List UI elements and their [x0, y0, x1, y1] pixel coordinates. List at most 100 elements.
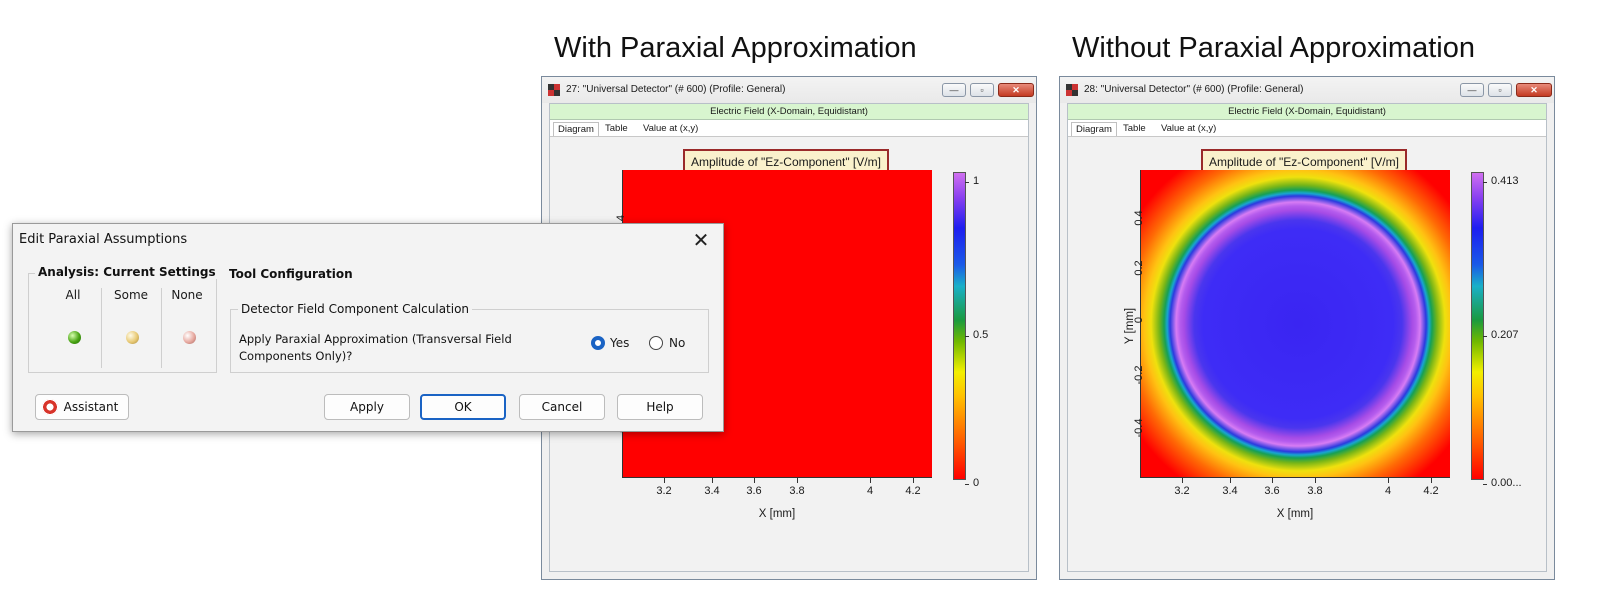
view-tabs: Diagram Table Value at (x,y) [550, 120, 1028, 136]
window-titlebar: 27: "Universal Detector" (# 600) (Profil… [542, 77, 1036, 103]
maximize-icon[interactable]: ▫ [1488, 83, 1512, 97]
x-tick-mark [1388, 478, 1389, 483]
y-axis-label: Y [mm] [1124, 307, 1136, 345]
x-tick-label: 3.2 [1174, 485, 1190, 497]
colorbar-tick-label: 1 [973, 175, 980, 187]
paraxial-question: Apply Paraxial Approximation (Transversa… [239, 332, 512, 346]
close-icon[interactable]: ✕ [1516, 83, 1552, 97]
x-tick-label: 3.4 [704, 485, 720, 497]
colorbar-tick-mark [965, 336, 969, 337]
window-title: 28: "Universal Detector" (# 600) (Profil… [1084, 84, 1304, 95]
x-tick-mark [754, 478, 755, 483]
x-tick-label: 4 [866, 485, 874, 497]
caption-with-paraxial: With Paraxial Approximation [554, 32, 917, 64]
field-header: Electric Field (X-Domain, Equidistant) [550, 104, 1028, 120]
x-tick-mark [1272, 478, 1273, 483]
tab-diagram[interactable]: Diagram [553, 122, 599, 136]
analysis-group-label: Analysis: Current Settings [35, 265, 219, 279]
x-tick-mark [664, 478, 665, 483]
help-button[interactable]: Help [617, 394, 703, 420]
led-none-icon [183, 331, 196, 344]
x-tick-mark [1230, 478, 1231, 483]
x-axis-label: X [mm] [758, 508, 796, 520]
detector-window: 28: "Universal Detector" (# 600) (Profil… [1059, 76, 1555, 580]
x-tick-mark [870, 478, 871, 483]
app-icon [548, 84, 560, 96]
cancel-button[interactable]: Cancel [519, 394, 605, 420]
x-tick-mark [797, 478, 798, 483]
colorbar-tick-mark [1483, 336, 1487, 337]
ok-button[interactable]: OK [420, 394, 506, 420]
assistant-label: Assistant [63, 400, 119, 414]
plot-frame [1140, 170, 1450, 478]
led-some-icon [126, 331, 139, 344]
x-tick-label: 3.6 [746, 485, 762, 497]
colorbar-tick-mark [1483, 182, 1487, 183]
led-all-icon [68, 331, 81, 344]
x-tick-label: 4.2 [905, 485, 921, 497]
x-tick-mark [1431, 478, 1432, 483]
colorbar-tick-mark [965, 182, 969, 183]
x-tick-label: 3.8 [789, 485, 805, 497]
column-some: Some [113, 288, 149, 302]
colorbar-tick-label: 0.207 [1491, 329, 1519, 341]
tab-diagram[interactable]: Diagram [1071, 122, 1117, 136]
radio-no[interactable] [649, 336, 663, 350]
column-divider [101, 288, 102, 368]
x-axis-label: X [mm] [1276, 508, 1314, 520]
colorbar-tick-mark [1483, 484, 1487, 485]
view-tabs: Diagram Table Value at (x,y) [1068, 120, 1546, 136]
radio-yes[interactable] [591, 336, 605, 350]
column-none: None [171, 288, 203, 302]
colorbar-tick-label: 0.00... [1491, 477, 1522, 489]
minimize-icon[interactable]: — [942, 83, 966, 97]
colorbar [953, 172, 966, 480]
x-tick-label: 3.4 [1222, 485, 1238, 497]
lifebuoy-icon [42, 399, 58, 415]
maximize-icon[interactable]: ▫ [970, 83, 994, 97]
y-tick-label: 0.2 [1133, 260, 1145, 276]
caption-without-paraxial: Without Paraxial Approximation [1072, 32, 1475, 64]
colorbar-tick-mark [965, 484, 969, 485]
colorbar-tick-label: 0.5 [973, 329, 989, 341]
assistant-button[interactable]: Assistant [35, 394, 129, 420]
radio-no-label[interactable]: No [669, 336, 685, 350]
x-tick-label: 4.2 [1423, 485, 1439, 497]
radio-yes-label[interactable]: Yes [610, 336, 629, 350]
x-tick-mark [913, 478, 914, 483]
colorbar [1471, 172, 1484, 480]
x-tick-label: 3.6 [1264, 485, 1280, 497]
tab-value-at[interactable]: Value at (x,y) [639, 122, 702, 135]
tab-table[interactable]: Table [601, 122, 632, 135]
window-titlebar: 28: "Universal Detector" (# 600) (Profil… [1060, 77, 1554, 103]
edit-paraxial-dialog: Edit Paraxial Assumptions ✕ Analysis: Cu… [12, 223, 724, 432]
field-header: Electric Field (X-Domain, Equidistant) [1068, 104, 1546, 120]
colorbar-tick-label: 0 [973, 477, 980, 489]
window-title: 27: "Universal Detector" (# 600) (Profil… [566, 84, 786, 95]
x-tick-label: 4 [1384, 485, 1392, 497]
x-tick-mark [1315, 478, 1316, 483]
column-all: All [65, 288, 81, 302]
paraxial-question-cont: Components Only)? [239, 349, 353, 363]
y-tick-label: -0.4 [1133, 418, 1145, 438]
y-tick-label: 0.4 [1133, 210, 1145, 226]
diagram-area: Amplitude of "Ez-Component" [V/m] 3.2 3.4 3… [1068, 136, 1546, 571]
close-icon[interactable]: ✕ [998, 83, 1034, 97]
x-tick-label: 3.2 [656, 485, 672, 497]
minimize-icon[interactable]: — [1460, 83, 1484, 97]
tab-table[interactable]: Table [1119, 122, 1150, 135]
tab-value-at[interactable]: Value at (x,y) [1157, 122, 1220, 135]
x-tick-label: 3.8 [1307, 485, 1323, 497]
y-tick-label: -0.2 [1133, 365, 1145, 385]
x-tick-mark [1182, 478, 1183, 483]
colorbar-tick-label: 0.413 [1491, 175, 1519, 187]
dialog-title: Edit Paraxial Assumptions [19, 232, 188, 247]
close-icon[interactable]: ✕ [687, 226, 715, 254]
app-icon [1066, 84, 1078, 96]
apply-button[interactable]: Apply [324, 394, 410, 420]
detector-group-label: Detector Field Component Calculation [238, 302, 473, 316]
x-tick-mark [712, 478, 713, 483]
tool-config-heading: Tool Configuration [229, 267, 353, 281]
field-plot: 3.2 3.4 3.6 3.8 4 4.2 0.4 0.2 0 -0.2 -0.4 X [mm] Y [… [1124, 170, 1450, 520]
window-body: Electric Field (X-Domain, Equidistant) Di… [1067, 103, 1547, 572]
